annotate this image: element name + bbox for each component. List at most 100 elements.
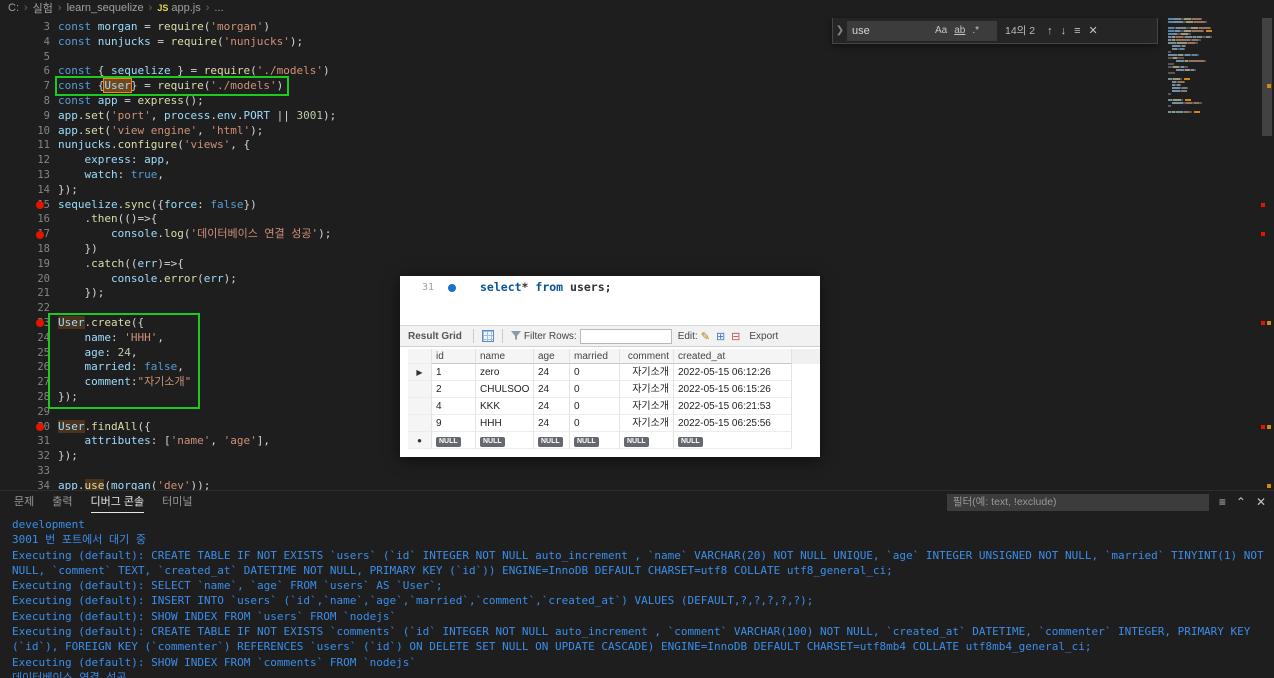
gutter-cell[interactable]: 4 [0,35,58,50]
edit-pencil-icon[interactable]: ✎ [701,330,710,343]
grid-row[interactable]: 9 HHH 24 0 자기소개 2022-05-15 06:25:56 [408,415,820,432]
grid-row[interactable]: 4 KKK 24 0 자기소개 2022-05-15 06:21:53 [408,398,820,415]
grid-cell[interactable]: 0 [570,398,620,415]
grid-cell[interactable]: 24 [534,364,570,381]
gutter-cell[interactable]: 13 [0,168,58,183]
gutter-cell[interactable]: 5 [0,50,58,65]
grid-row-selector[interactable] [408,381,432,398]
panel-maximize-icon[interactable]: ⌃ [1236,495,1246,509]
breakpoint-icon[interactable] [36,201,44,210]
toggle-replace-chevron[interactable]: ❯ [833,25,847,36]
breadcrumb-item[interactable]: JS app.js [157,2,200,14]
grid-view-icon[interactable] [481,330,494,342]
grid-cell[interactable]: 자기소개 [620,381,674,398]
grid-column-header[interactable]: comment [620,349,674,364]
gutter-cell[interactable]: 33 [0,464,58,479]
gutter-cell[interactable]: 27 [0,375,58,390]
breakpoint-icon[interactable] [36,423,44,432]
grid-cell[interactable]: NULL [432,432,476,449]
panel-close-icon[interactable]: ✕ [1256,495,1266,509]
panel-tab-problems[interactable]: 문제 [14,491,34,513]
breadcrumb-item[interactable]: ... [214,2,223,14]
previous-match-icon[interactable]: ↑ [1047,25,1053,37]
panel-tab-terminal[interactable]: 터미널 [162,491,192,513]
regex-icon[interactable]: .* [970,25,981,36]
grid-cell[interactable]: NULL [674,432,792,449]
gutter-cell[interactable]: 10 [0,124,58,139]
gutter-cell[interactable]: 6 [0,64,58,79]
breadcrumb-item[interactable]: C: [8,2,19,14]
grid-row-selector[interactable] [408,398,432,415]
find-input[interactable] [852,24,930,37]
grid-cell[interactable]: 24 [534,415,570,432]
grid-row[interactable]: ▶ 1 zero 24 0 자기소개 2022-05-15 06:12:26 [408,364,820,381]
breadcrumb-item[interactable]: 실험 [33,0,53,16]
grid-cell[interactable]: NULL [534,432,570,449]
grid-row-selector[interactable]: ▶ [408,364,432,381]
panel-tab-debug-console[interactable]: 디버그 콘솔 [90,491,145,513]
minimap[interactable] [1168,18,1258,114]
gutter-cell[interactable]: 29 [0,405,58,420]
gutter-cell[interactable]: 32 [0,449,58,464]
gutter-cell[interactable]: 16 [0,212,58,227]
gutter-cell[interactable]: 7 [0,79,58,94]
debug-console-output[interactable]: development 3001 번 포트에서 대기 중 Executing (de… [0,515,1268,678]
find-in-selection-icon[interactable]: ≡ [1074,25,1080,37]
grid-cell[interactable]: HHH [476,415,534,432]
grid-cell[interactable]: 1 [432,364,476,381]
delete-row-icon[interactable]: ⊟ [731,330,740,343]
grid-cell[interactable]: 0 [570,415,620,432]
grid-cell[interactable]: NULL [620,432,674,449]
grid-cell[interactable]: 4 [432,398,476,415]
workbench-query-editor[interactable]: 31 select* from users; [400,276,820,325]
grid-cell[interactable]: 0 [570,364,620,381]
grid-cell[interactable]: NULL [570,432,620,449]
export-label[interactable]: Export [749,331,778,342]
grid-row-selector[interactable] [408,415,432,432]
grid-cell[interactable]: 자기소개 [620,398,674,415]
grid-cell[interactable]: 자기소개 [620,415,674,432]
filter-rows-input[interactable] [579,328,672,344]
gutter-cell[interactable]: 30 [0,420,58,435]
grid-cell[interactable]: KKK [476,398,534,415]
gutter-cell[interactable]: 26 [0,360,58,375]
gutter-cell[interactable]: 18 [0,242,58,257]
grid-cell[interactable]: 자기소개 [620,364,674,381]
grid-cell[interactable]: 2 [432,381,476,398]
grid-column-header[interactable]: created_at [674,349,792,364]
match-case-icon[interactable]: Aa [933,25,949,36]
gutter-cell[interactable]: 24 [0,331,58,346]
panel-tab-output[interactable]: 출력 [52,491,72,513]
gutter-cell[interactable]: 11 [0,138,58,153]
gutter-cell[interactable]: 14 [0,183,58,198]
grid-cell[interactable]: NULL [476,432,534,449]
whole-word-icon[interactable]: ab [952,25,967,36]
grid-cell[interactable]: 2022-05-15 06:15:26 [674,381,792,398]
gutter-cell[interactable]: 21 [0,286,58,301]
grid-cell[interactable]: CHULSOO [476,381,534,398]
grid-row[interactable]: 2 CHULSOO 24 0 자기소개 2022-05-15 06:15:26 [408,381,820,398]
gutter-cell[interactable]: 3 [0,20,58,35]
grid-cell[interactable]: 2022-05-15 06:12:26 [674,364,792,381]
grid-cell[interactable]: 2022-05-15 06:21:53 [674,398,792,415]
gutter-cell[interactable]: 34 [0,479,58,490]
console-filter-input[interactable] [946,493,1209,511]
grid-column-header[interactable]: age [534,349,570,364]
gutter-cell[interactable]: 19 [0,257,58,272]
gutter-cell[interactable]: 25 [0,346,58,361]
grid-column-header[interactable]: married [570,349,620,364]
grid-row[interactable]: ● NULL NULL NULL NULL NULL NULL [408,432,820,449]
add-row-icon[interactable]: ⊞ [716,330,725,343]
gutter-cell[interactable]: 20 [0,272,58,287]
gutter-cell[interactable]: 17 [0,227,58,242]
gutter-cell[interactable]: 12 [0,153,58,168]
grid-cell[interactable]: 24 [534,381,570,398]
grid-cell[interactable]: zero [476,364,534,381]
gutter-cell[interactable]: 28 [0,390,58,405]
grid-cell[interactable]: 24 [534,398,570,415]
grid-cell[interactable]: 0 [570,381,620,398]
close-find-icon[interactable]: ✕ [1089,24,1098,37]
scrollbar-thumb[interactable] [1262,18,1272,136]
grid-column-header[interactable]: name [476,349,534,364]
breakpoint-icon[interactable] [36,230,44,239]
